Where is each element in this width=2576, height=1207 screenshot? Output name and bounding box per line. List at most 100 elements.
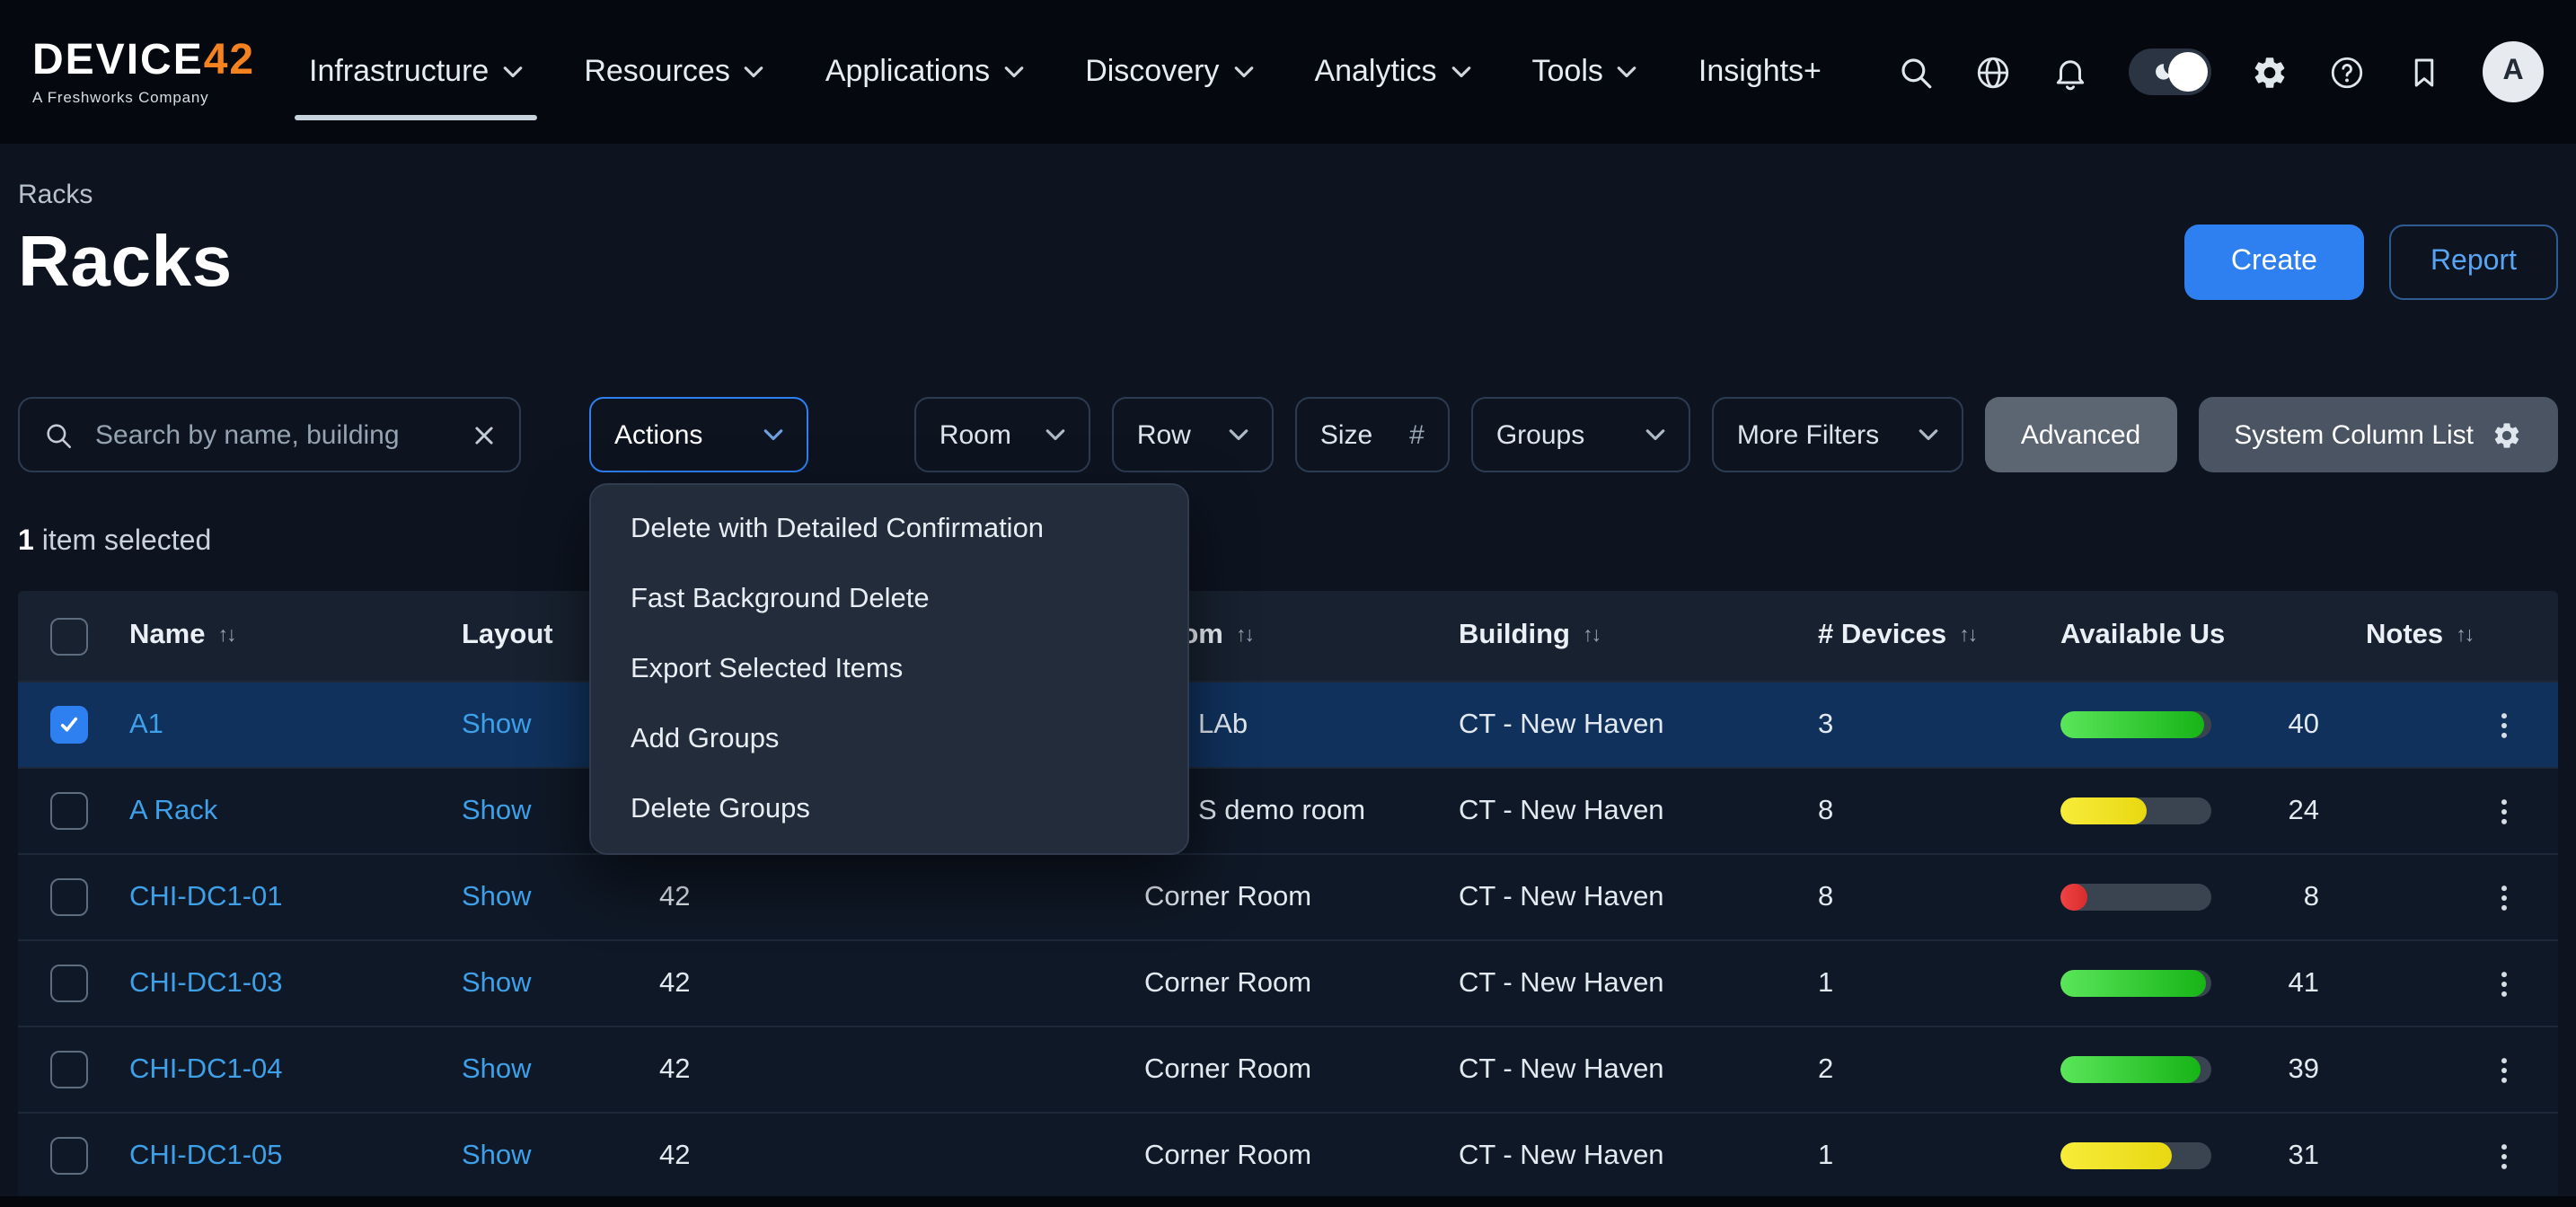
row-menu-button[interactable]	[2483, 876, 2526, 919]
column-header-room[interactable]: Room↑↓	[1144, 620, 1459, 652]
column-header-building[interactable]: Building↑↓	[1459, 620, 1818, 652]
rack-name-link[interactable]: CHI-DC1-03	[129, 967, 283, 998]
row-menu-button[interactable]	[2483, 789, 2526, 833]
brand-logo[interactable]: DEVICE42 A Freshworks Company	[32, 39, 262, 105]
sort-icon[interactable]: ↑↓	[2456, 625, 2473, 647]
select-all-checkbox[interactable]	[50, 617, 88, 655]
menu-item[interactable]: Delete with Detailed Confirmation	[591, 494, 1187, 564]
column-header-name[interactable]: Name↑↓	[129, 620, 462, 652]
row-menu-button[interactable]	[2483, 962, 2526, 1005]
table-row[interactable]: A1 Show LAb CT - New Haven 3 40	[18, 681, 2558, 767]
available-bar	[2060, 1142, 2211, 1169]
selection-status: 1 item selected	[18, 526, 2558, 559]
layout-show-link[interactable]: Show	[462, 881, 532, 912]
menu-item[interactable]: Fast Background Delete	[591, 564, 1187, 634]
row-menu-button[interactable]	[2483, 1134, 2526, 1177]
sort-icon[interactable]: ↑↓	[217, 625, 234, 647]
groups-filter[interactable]: Groups	[1471, 397, 1690, 472]
row-filter[interactable]: Row	[1112, 397, 1274, 472]
nav-item-label: Insights+	[1698, 54, 1822, 90]
menu-item[interactable]: Delete Groups	[591, 774, 1187, 844]
sort-icon[interactable]: ↑↓	[1236, 625, 1253, 647]
row-checkbox[interactable]	[50, 878, 88, 916]
devices-cell: 2	[1818, 1053, 2060, 1086]
size-filter[interactable]: Size #	[1295, 397, 1450, 472]
column-header-notes[interactable]: Notes↑↓	[2366, 620, 2526, 652]
advanced-button[interactable]: Advanced	[1985, 397, 2176, 472]
column-header-devices[interactable]: # Devices↑↓	[1818, 620, 2060, 652]
layout-show-link[interactable]: Show	[462, 709, 532, 739]
row-checkbox[interactable]	[50, 1137, 88, 1175]
devices-cell: 8	[1818, 795, 2060, 827]
nav-item[interactable]: Infrastructure	[309, 0, 523, 144]
nav-item[interactable]: Tools	[1532, 0, 1637, 144]
row-checkbox[interactable]	[50, 792, 88, 830]
rack-name-link[interactable]: A1	[129, 709, 163, 739]
system-column-list-button[interactable]: System Column List	[2198, 397, 2558, 472]
row-menu-button[interactable]	[2483, 1048, 2526, 1091]
rack-name-link[interactable]: CHI-DC1-05	[129, 1140, 283, 1170]
row-checkbox[interactable]	[50, 1051, 88, 1088]
menu-item[interactable]: Export Selected Items	[591, 634, 1187, 704]
gear-icon	[2492, 419, 2522, 450]
row-checkbox[interactable]	[50, 965, 88, 1002]
search-icon[interactable]	[1897, 53, 1935, 91]
row-checkbox[interactable]	[50, 706, 88, 744]
nav-item[interactable]: Resources	[584, 0, 764, 144]
filter-cluster: Room Row Size # Groups More Filters	[914, 397, 2558, 472]
search-input[interactable]	[92, 418, 454, 452]
selection-label: item selected	[34, 526, 211, 557]
room-cell: S demo room	[1144, 795, 1459, 827]
table-header: Name↑↓LayoutSizeRoom↑↓Building↑↓# Device…	[18, 591, 2558, 681]
menu-item[interactable]: Add Groups	[591, 704, 1187, 774]
help-icon[interactable]	[2328, 53, 2366, 91]
bookmark-icon[interactable]	[2405, 53, 2443, 91]
chevron-down-icon	[1229, 428, 1248, 441]
actions-menu-list: Delete with Detailed Confirmation Fast B…	[591, 494, 1187, 844]
more-filters-dropdown[interactable]: More Filters	[1712, 397, 1963, 472]
clear-search-button[interactable]	[472, 423, 496, 446]
layout-show-link[interactable]: Show	[462, 795, 532, 825]
gear-icon[interactable]	[2251, 53, 2289, 91]
chevron-down-icon	[1919, 428, 1938, 441]
search-icon	[43, 419, 74, 450]
report-button[interactable]: Report	[2389, 225, 2558, 300]
close-icon	[472, 423, 496, 446]
actions-dropdown[interactable]: Actions	[589, 397, 808, 472]
search-box[interactable]	[18, 397, 521, 472]
globe-icon[interactable]	[1974, 53, 2012, 91]
available-value: 24	[2289, 795, 2320, 827]
sort-icon[interactable]: ↑↓	[1959, 625, 1976, 647]
breadcrumb[interactable]: Racks	[18, 180, 93, 210]
sort-icon[interactable]: ↑↓	[1583, 625, 1600, 647]
layout-cell: Show	[462, 1053, 659, 1086]
chevron-down-icon	[503, 66, 523, 78]
actions-menu: Delete with Detailed Confirmation Fast B…	[589, 483, 1189, 855]
notes-cell	[2366, 962, 2526, 1005]
available-bar	[2060, 1056, 2211, 1083]
chevron-down-icon	[1004, 66, 1024, 78]
nav-item[interactable]: Discovery	[1085, 0, 1253, 144]
bell-icon[interactable]	[2051, 53, 2089, 91]
nav-item-label: Resources	[584, 54, 730, 90]
layout-show-link[interactable]: Show	[462, 1053, 532, 1084]
nav-item[interactable]: Applications	[825, 0, 1024, 144]
table-row[interactable]: CHI-DC1-01 Show 42 Corner Room CT - New …	[18, 853, 2558, 939]
nav-item-label: Infrastructure	[309, 54, 489, 90]
nav-item[interactable]: Analytics	[1314, 0, 1470, 144]
room-filter[interactable]: Room	[914, 397, 1090, 472]
layout-show-link[interactable]: Show	[462, 967, 532, 998]
row-menu-button[interactable]	[2483, 703, 2526, 746]
create-button[interactable]: Create	[2184, 225, 2364, 300]
layout-show-link[interactable]: Show	[462, 1140, 532, 1170]
avatar[interactable]: A	[2483, 41, 2544, 102]
rack-name-link[interactable]: CHI-DC1-04	[129, 1053, 283, 1084]
table-row[interactable]: CHI-DC1-05 Show 42 Corner Room CT - New …	[18, 1112, 2558, 1198]
rack-name-link[interactable]: CHI-DC1-01	[129, 881, 283, 912]
nav-item[interactable]: Insights+	[1698, 0, 1822, 144]
table-row[interactable]: CHI-DC1-03 Show 42 Corner Room CT - New …	[18, 939, 2558, 1026]
theme-toggle[interactable]	[2129, 48, 2211, 95]
rack-name-link[interactable]: A Rack	[129, 795, 217, 825]
table-row[interactable]: A Rack Show S demo room CT - New Haven 8…	[18, 767, 2558, 853]
table-row[interactable]: CHI-DC1-04 Show 42 Corner Room CT - New …	[18, 1026, 2558, 1112]
